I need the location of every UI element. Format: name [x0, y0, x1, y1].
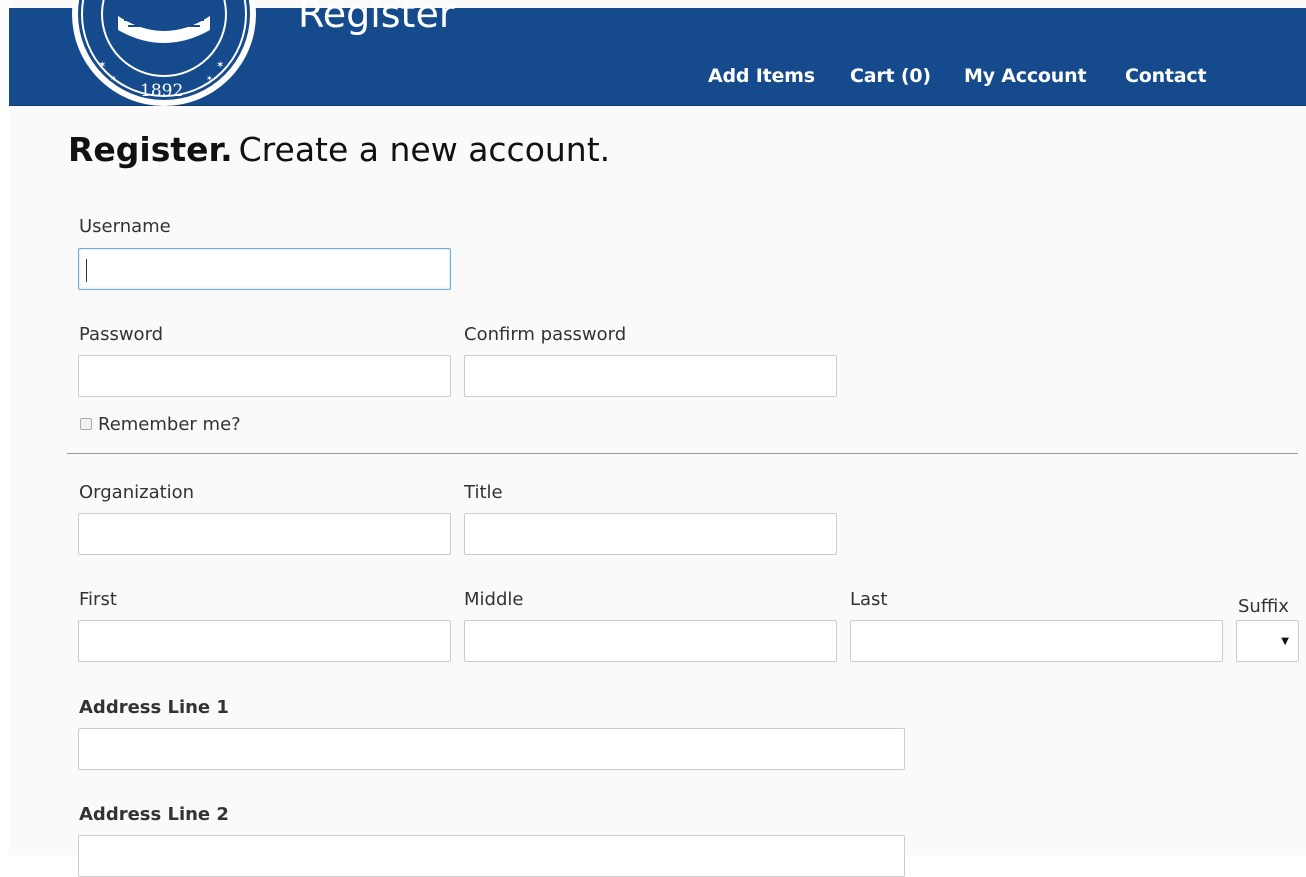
page-title-subtitle: Create a new account. [238, 130, 611, 169]
organization-label: Organization [79, 482, 195, 503]
username-input[interactable] [78, 248, 451, 290]
suffix-select[interactable]: ▼ [1236, 620, 1299, 662]
confirm-password-input[interactable] [464, 355, 837, 397]
nav-contact[interactable]: Contact [1125, 65, 1207, 87]
organization-input[interactable] [78, 513, 451, 555]
password-label: Password [79, 324, 164, 345]
middle-name-label: Middle [464, 589, 524, 610]
title-label: Title [464, 482, 503, 503]
text-caret [86, 259, 87, 282]
address-line-1-input[interactable] [78, 728, 905, 770]
remember-me-label[interactable]: Remember me? [98, 414, 241, 435]
title-input[interactable] [464, 513, 837, 555]
address-line-2-label: Address Line 2 [79, 804, 229, 825]
username-label: Username [79, 216, 171, 237]
dropdown-arrow-icon: ▼ [1281, 636, 1289, 647]
page-title-strong: Register. [68, 130, 233, 169]
middle-name-input[interactable] [464, 620, 837, 662]
last-name-input[interactable] [850, 620, 1223, 662]
address-line-1-label: Address Line 1 [79, 697, 229, 718]
nav-cart[interactable]: Cart (0) [850, 65, 931, 87]
suffix-label: Suffix [1238, 596, 1289, 617]
nav-my-account[interactable]: My Account [964, 65, 1087, 87]
last-name-label: Last [850, 589, 888, 610]
first-name-input[interactable] [78, 620, 451, 662]
remember-me-checkbox[interactable] [80, 418, 92, 430]
nav-add-items[interactable]: Add Items [708, 65, 815, 87]
first-name-label: First [79, 589, 117, 610]
password-input[interactable] [78, 355, 451, 397]
address-line-2-input[interactable] [78, 835, 905, 877]
page-title: Register. Create a new account. [68, 130, 610, 169]
main-nav: Add Items Cart (0) My Account Contact [9, 8, 1306, 105]
page-left-edge [0, 0, 9, 855]
confirm-password-label: Confirm password [464, 324, 627, 345]
site-header: ✶ ✶ ✶ ✶ 1892 Register Add Items Cart (0)… [9, 0, 1306, 106]
section-divider [67, 453, 1298, 454]
